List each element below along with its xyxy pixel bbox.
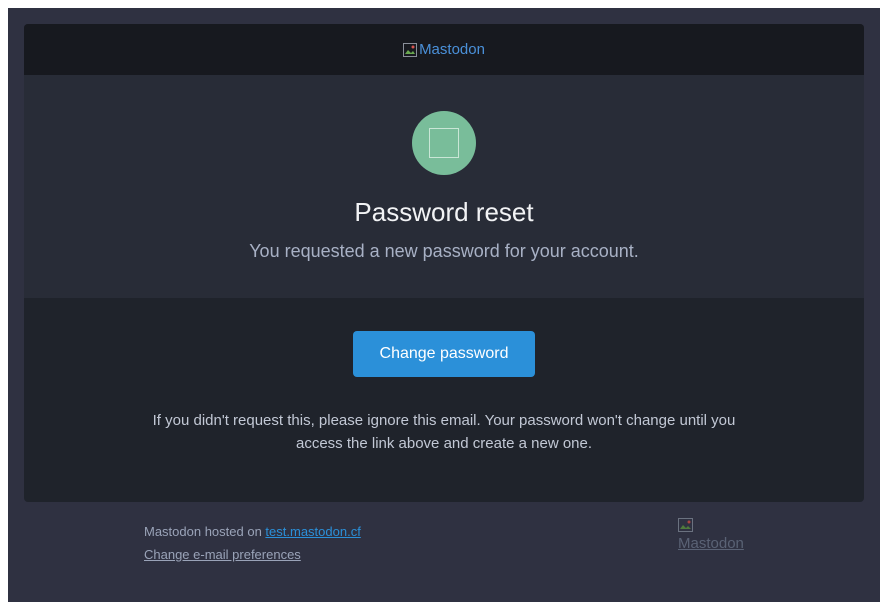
footer-info: Mastodon hosted on test.mastodon.cf Chan… (144, 520, 361, 566)
logo-alt-text: Mastodon (419, 41, 485, 58)
hero-section: Password reset You requested a new passw… (24, 75, 864, 298)
email-background: Mastodon Password reset You requested a … (8, 8, 880, 602)
page-subtitle: You requested a new password for your ac… (249, 241, 639, 261)
ignore-note: If you didn't request this, please ignor… (152, 412, 736, 452)
hosted-prefix: Mastodon hosted on (144, 524, 266, 539)
mastodon-logo-link[interactable]: Mastodon (403, 41, 485, 58)
broken-image-icon (403, 42, 418, 57)
hosted-line: Mastodon hosted on test.mastodon.cf (144, 520, 361, 543)
footer-logo-link[interactable]: Mastodon (678, 518, 744, 552)
content-section: Change password If you didn't request th… (24, 298, 864, 455)
email-header: Mastodon (24, 24, 864, 75)
icon-placeholder-square (429, 128, 459, 158)
broken-image-icon (678, 518, 694, 532)
preferences-line: Change e-mail preferences (144, 543, 361, 566)
password-reset-icon (412, 111, 476, 175)
email-preferences-link[interactable]: Change e-mail preferences (144, 547, 301, 562)
host-link[interactable]: test.mastodon.cf (265, 524, 360, 539)
footer-logo-alt-text: Mastodon (678, 535, 744, 552)
email-card: Mastodon Password reset You requested a … (24, 24, 864, 502)
page-title: Password reset (354, 197, 534, 227)
change-password-button[interactable]: Change password (353, 331, 535, 377)
